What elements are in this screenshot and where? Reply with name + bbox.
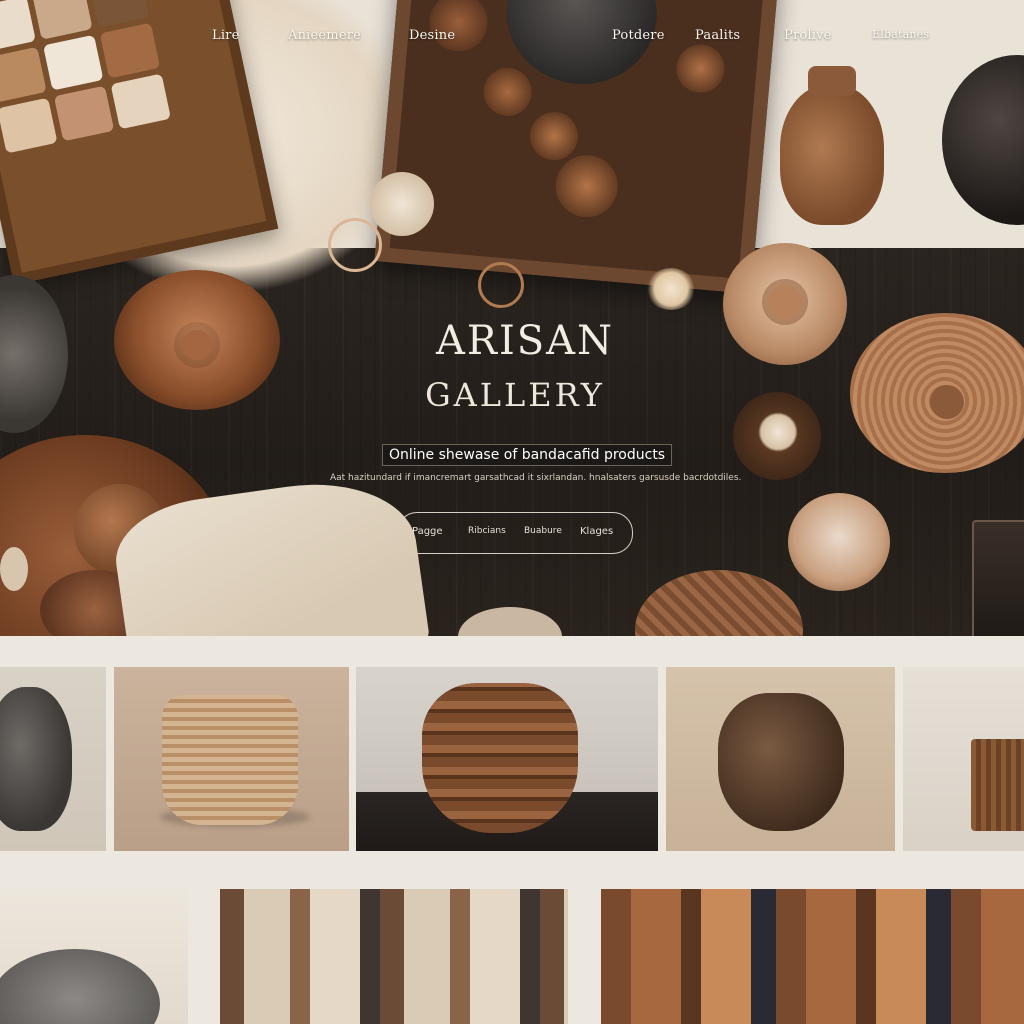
ceramic-cup-image (788, 493, 890, 591)
ribcians-button[interactable]: Ribcians (468, 526, 506, 536)
product-card-bronze-teapot[interactable] (666, 667, 895, 851)
product-card-wicker-box[interactable] (903, 667, 1024, 851)
clay-jug-image (780, 85, 884, 225)
bronze-teapot-image (718, 693, 844, 831)
wicker-box-image (971, 739, 1024, 831)
hero-button-group: Pagge Ribcians Buabure Klages (397, 512, 633, 554)
nav-item-desine[interactable]: Desine (409, 28, 455, 43)
klages-button[interactable]: Klages (580, 526, 613, 537)
twine-basket-image (162, 695, 298, 825)
pagge-button[interactable]: Pagge (412, 526, 443, 537)
hero-title-line2: GALLERY (425, 376, 605, 414)
carved-box-image (972, 520, 1024, 636)
carved-vase-image (0, 687, 72, 831)
hero-title-line1: ARISAN (435, 318, 615, 364)
grey-cat-image (0, 949, 160, 1024)
nav-item-potdere[interactable]: Potdere (612, 28, 665, 43)
hero-banner: Lire Anieemere Desine Potdere Paalits Pr… (0, 0, 1024, 636)
top-nav: Lire Anieemere Desine Potdere Paalits Pr… (0, 28, 1024, 48)
product-card-embroidered-textiles[interactable] (601, 889, 1024, 1024)
product-card-twine-basket[interactable] (114, 667, 349, 851)
flower-icon (646, 268, 696, 310)
nav-item-anieemere[interactable]: Anieemere (288, 28, 361, 43)
dark-sphere-image (942, 55, 1024, 225)
product-card-patterned-pot[interactable] (356, 667, 658, 851)
hero-description: Aat hazitundard if imancremart garsathca… (330, 473, 742, 483)
patterned-pot-image (422, 683, 578, 833)
nav-item-elbatanes[interactable]: Elbatanes (872, 28, 929, 41)
product-card-printed-fabrics[interactable] (220, 889, 568, 1024)
product-card-carved-vase[interactable] (0, 667, 106, 851)
buabure-button[interactable]: Buabure (524, 526, 562, 536)
nav-item-lire[interactable]: Lire (212, 28, 240, 43)
product-card-grey-cat[interactable] (0, 889, 188, 1024)
nav-item-paalits[interactable]: Paalits (695, 28, 740, 43)
hero-tagline: Online shewase of bandacafid products (382, 444, 673, 466)
nav-item-prolive[interactable]: Prolive (784, 28, 832, 43)
